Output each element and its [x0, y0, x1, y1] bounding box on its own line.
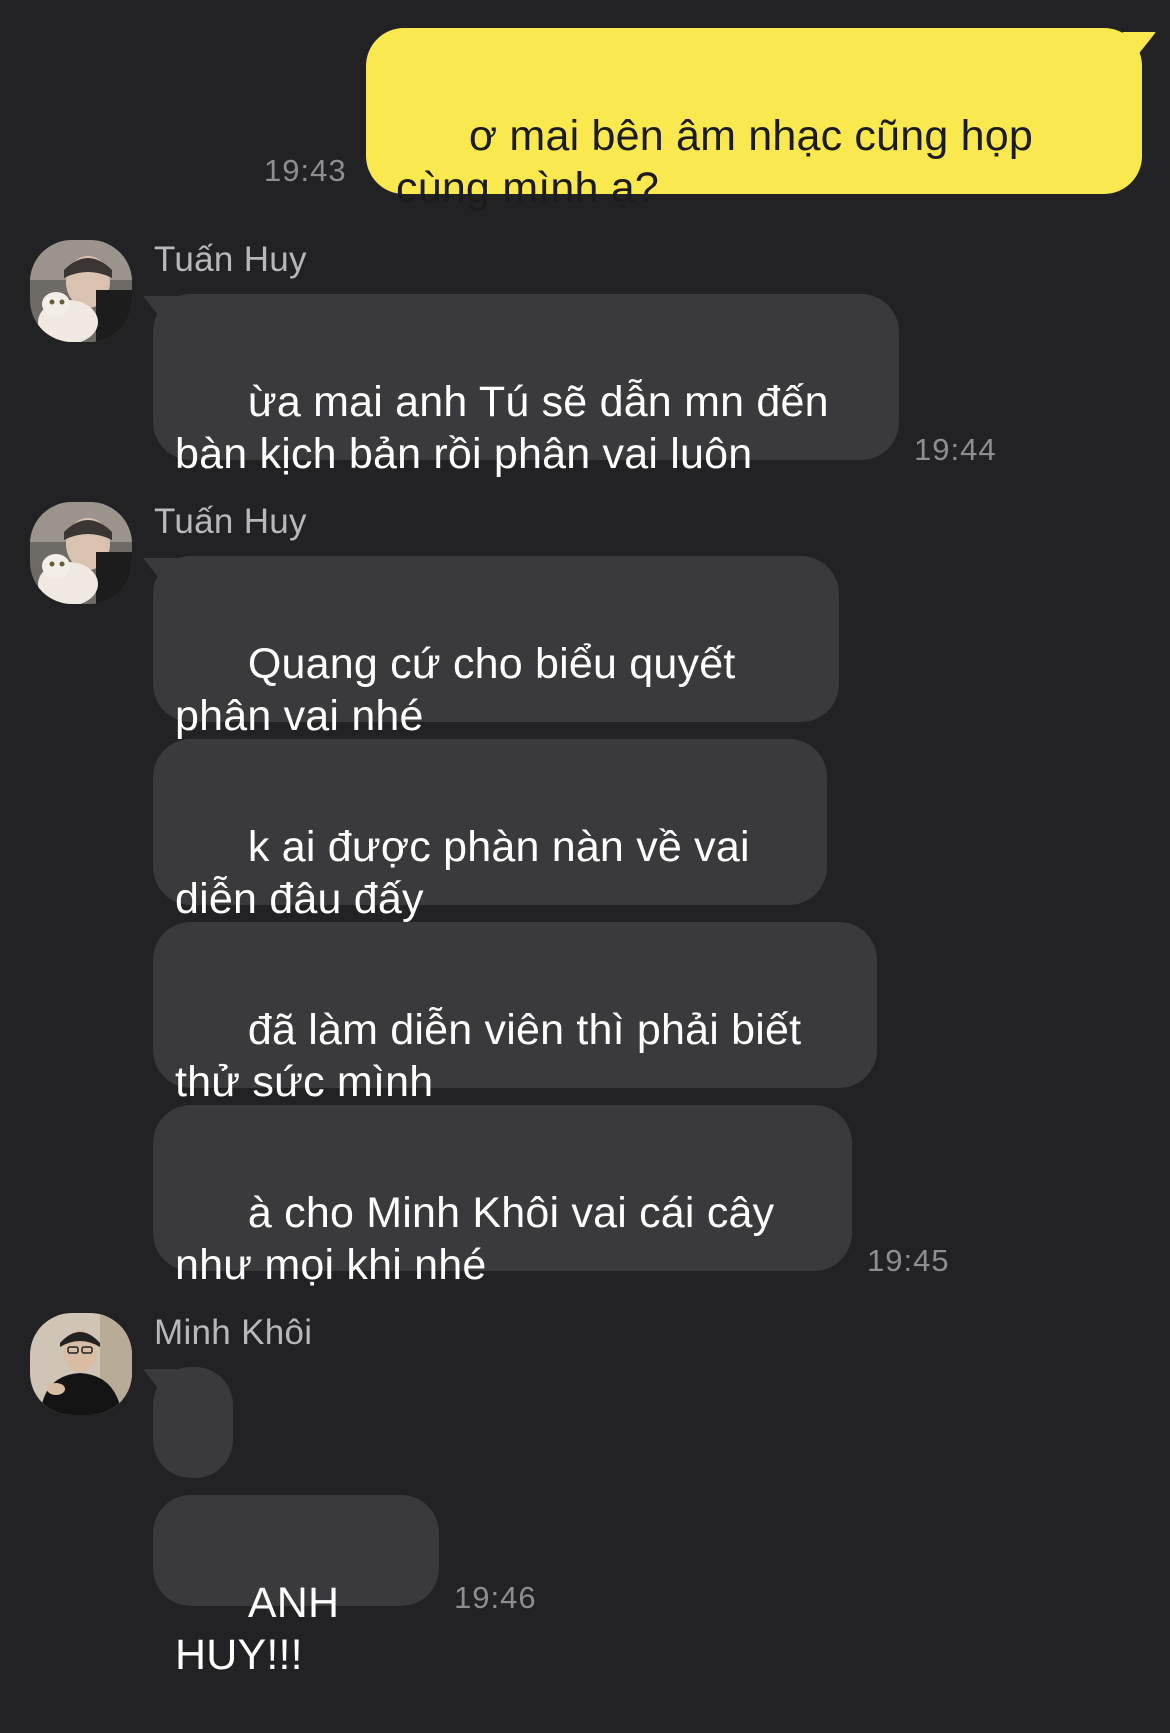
incoming-bubble[interactable]: ANH HUY!!!	[153, 1495, 439, 1679]
avatar-icon	[30, 502, 132, 604]
incoming-bubble[interactable]: đã làm diễn viên thì phải biết thử sức m…	[153, 922, 877, 1106]
avatar[interactable]	[30, 240, 132, 342]
avatar-icon	[30, 1313, 132, 1415]
message-time: 19:46	[454, 1580, 537, 1615]
message-text: à cho Minh Khôi vai cái cây như mọi khi …	[175, 1189, 787, 1289]
message-text: ơ mai bên âm nhạc cũng họp cùng mình ạ?	[396, 112, 1046, 212]
message-text: đã làm diễn viên thì phải biết thử sức m…	[175, 1006, 814, 1106]
avatar[interactable]	[30, 1313, 132, 1415]
message-text: ANH HUY!!!	[175, 1579, 352, 1679]
outgoing-bubble[interactable]: ơ mai bên âm nhạc cũng họp cùng mình ạ?	[366, 28, 1142, 212]
incoming-bubble[interactable]: Ơ	[153, 1367, 233, 1551]
incoming-bubble[interactable]: k ai được phàn nàn về vai diễn đâu đấy	[153, 739, 827, 923]
chat-area[interactable]: 19:43 ơ mai bên âm nhạc cũng họp cùng mì…	[0, 0, 1170, 1679]
avatar-icon	[30, 240, 132, 342]
incoming-bubble[interactable]: Quang cứ cho biểu quyết phân vai nhé	[153, 556, 839, 740]
message-time: 19:44	[914, 432, 997, 467]
message-time: 19:43	[264, 153, 347, 188]
sender-name: Tuấn Huy	[154, 240, 307, 279]
sender-name: Minh Khôi	[154, 1313, 313, 1352]
avatar[interactable]	[30, 502, 132, 604]
sender-name: Tuấn Huy	[154, 502, 307, 541]
incoming-bubble[interactable]: à cho Minh Khôi vai cái cây như mọi khi …	[153, 1105, 852, 1289]
message-text: k ai được phàn nàn về vai diễn đâu đấy	[175, 823, 762, 923]
message-time: 19:45	[867, 1243, 950, 1278]
message-text: ừa mai anh Tú sẽ dẫn mn đến bàn kịch bản…	[175, 378, 841, 478]
incoming-bubble[interactable]: ừa mai anh Tú sẽ dẫn mn đến bàn kịch bản…	[153, 294, 899, 478]
message-text: Quang cứ cho biểu quyết phân vai nhé	[175, 640, 748, 740]
